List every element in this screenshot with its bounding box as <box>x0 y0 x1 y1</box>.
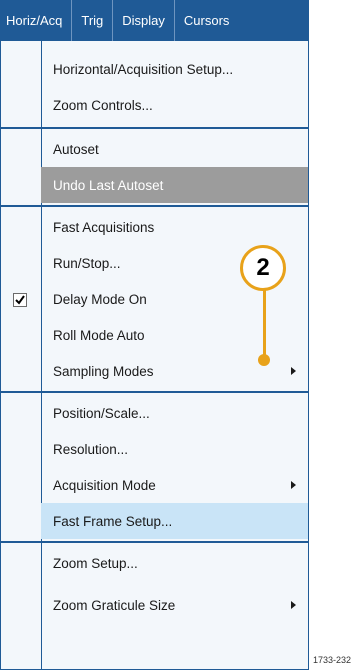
menu-item-undo-last-autoset: Undo Last Autoset <box>41 167 308 203</box>
menu-display[interactable]: Display <box>113 0 174 41</box>
roll-mode-checkbox[interactable] <box>13 293 27 307</box>
menu-item-label: Sampling Modes <box>53 363 154 379</box>
menu-item-fast-frame-setup[interactable]: Fast Frame Setup... <box>41 503 308 539</box>
menu-divider <box>1 127 308 129</box>
submenu-arrow-icon <box>291 481 296 489</box>
menu-item-zoom-controls[interactable]: Zoom Controls... <box>41 87 308 123</box>
menu-item-resolution[interactable]: Resolution... <box>41 431 308 467</box>
menu-item-zoom-setup[interactable]: Zoom Setup... <box>41 545 308 581</box>
menu-divider <box>1 541 308 543</box>
callout-dot <box>258 354 270 366</box>
callout-leader-line <box>263 290 266 356</box>
checkmark-icon <box>15 295 25 305</box>
menu-horiz-acq[interactable]: Horiz/Acq <box>0 0 71 41</box>
menu-cursors[interactable]: Cursors <box>175 0 239 41</box>
menu-item-fast-acquisitions[interactable]: Fast Acquisitions <box>41 209 308 245</box>
menu-item-acquisition-mode[interactable]: Acquisition Mode <box>41 467 308 503</box>
menu-divider <box>1 205 308 207</box>
menu-item-roll-mode-auto[interactable]: Roll Mode Auto <box>41 317 308 353</box>
menu-divider <box>1 391 308 393</box>
submenu-arrow-icon <box>291 601 296 609</box>
menu-bar: Horiz/Acq Trig Display Cursors <box>0 0 309 41</box>
menu-item-label: Acquisition Mode <box>53 477 156 493</box>
menu-gutter <box>1 41 42 669</box>
menu-item-label: Zoom Graticule Size <box>53 597 176 613</box>
menu-item-horizontal-acquisition-setup[interactable]: Horizontal/Acquisition Setup... <box>41 51 308 87</box>
submenu-arrow-icon <box>291 367 296 375</box>
menu-item-autoset[interactable]: Autoset <box>41 131 308 167</box>
menu-trig[interactable]: Trig <box>72 0 112 41</box>
menu-item-position-scale[interactable]: Position/Scale... <box>41 395 308 431</box>
menu-item-zoom-graticule-size[interactable]: Zoom Graticule Size <box>41 587 308 623</box>
figure-label: 1733-232 <box>313 655 352 665</box>
callout-number: 2 <box>240 245 286 291</box>
